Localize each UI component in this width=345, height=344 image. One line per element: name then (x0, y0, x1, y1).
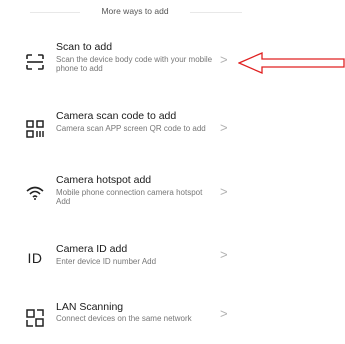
chevron-right-icon: > (220, 184, 228, 199)
option-title: Camera scan code to add (56, 110, 177, 122)
option-description: Connect devices on the same network (56, 314, 192, 323)
option-description: Scan the device body code with your mobi… (56, 55, 213, 73)
chevron-right-icon: > (220, 52, 228, 67)
option-title: Camera ID add (56, 243, 128, 255)
section-divider-right (190, 12, 242, 13)
option-scan-to-add[interactable]: Scan to add Scan the device body code wi… (0, 37, 250, 81)
qr-code-icon (24, 118, 46, 140)
option-camera-scan-code[interactable]: Camera scan code to add Camera scan APP … (0, 106, 250, 150)
option-camera-hotspot[interactable]: Camera hotspot add Mobile phone connecti… (0, 170, 250, 214)
option-title: Camera hotspot add (56, 174, 152, 186)
wifi-icon (24, 182, 46, 204)
option-camera-id[interactable]: ID Camera ID add Enter device ID number … (0, 239, 250, 283)
option-description: Mobile phone connection camera hotspot A… (56, 188, 203, 206)
scan-frame-icon (24, 51, 46, 73)
option-description: Enter device ID number Add (56, 257, 157, 266)
option-description: Camera scan APP screen QR code to add (56, 124, 206, 133)
section-title: More ways to add (101, 6, 169, 16)
chevron-right-icon: > (220, 247, 228, 262)
option-title: Scan to add (56, 41, 113, 53)
lan-scan-icon (24, 307, 46, 329)
annotation-arrow (238, 52, 345, 74)
option-title: LAN Scanning (56, 301, 124, 313)
id-icon-label: ID (27, 250, 43, 266)
section-header: More ways to add (0, 0, 345, 30)
option-lan-scanning[interactable]: LAN Scanning Connect devices on the same… (0, 300, 250, 344)
chevron-right-icon: > (220, 120, 228, 135)
id-icon: ID (24, 247, 46, 269)
chevron-right-icon: > (220, 306, 228, 321)
